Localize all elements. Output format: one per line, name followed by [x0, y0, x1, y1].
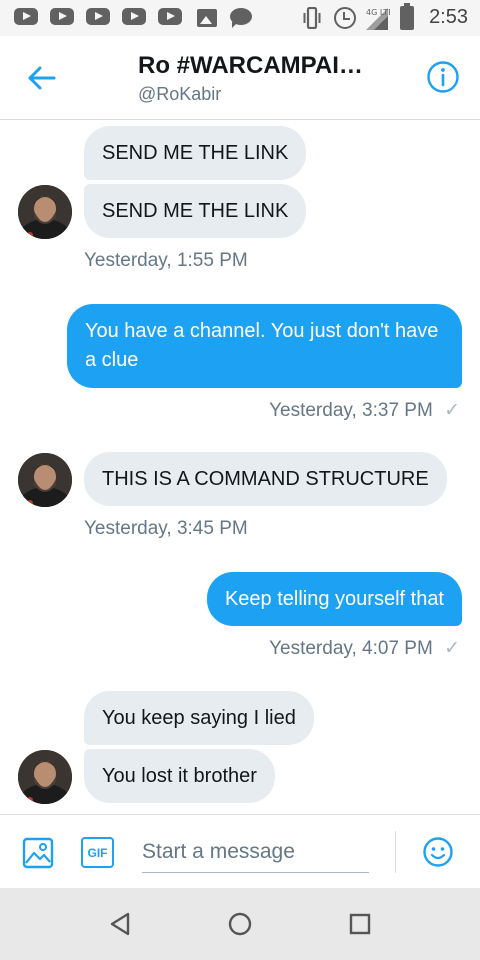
- signal-icon: 4G LTE: [366, 8, 390, 30]
- sent-check-icon: ✓: [444, 638, 460, 659]
- composer-divider: [395, 831, 396, 873]
- gallery-icon: [197, 9, 217, 27]
- back-triangle-icon[interactable]: [104, 908, 136, 940]
- message-bubble-outgoing[interactable]: Keep telling yourself that: [206, 572, 462, 626]
- conversation-header: Ro #WARCAMPAI… @RoKabir: [0, 36, 480, 120]
- message-timestamp: Yesterday, 3:37 PM: [269, 400, 433, 421]
- youtube-icon: [122, 8, 146, 25]
- message-bubble-incoming[interactable]: You keep saying I lied: [84, 691, 314, 745]
- gif-icon[interactable]: GIF: [81, 837, 114, 868]
- message-bubble-incoming[interactable]: SEND ME THE LINK: [84, 184, 307, 238]
- youtube-icon: [86, 8, 110, 25]
- recents-square-icon[interactable]: [344, 908, 376, 940]
- vibrate-icon: [303, 7, 321, 29]
- message-timestamp: Yesterday, 4:07 PM: [269, 638, 433, 659]
- message-timestamp-row: Yesterday, 4:07 PM ✓: [269, 637, 460, 660]
- svg-text:4G LTE: 4G LTE: [366, 8, 390, 17]
- emoji-icon[interactable]: [422, 836, 454, 868]
- clock: 2:53: [429, 6, 468, 28]
- user-handle[interactable]: @RoKabir: [138, 84, 221, 105]
- info-icon[interactable]: [426, 60, 460, 94]
- message-list[interactable]: SEND ME THE LINK SEND ME THE LINK Yester…: [0, 121, 480, 814]
- message-timestamp-row: Yesterday, 3:37 PM ✓: [269, 399, 460, 422]
- avatar[interactable]: [18, 185, 72, 239]
- message-bubble-incoming[interactable]: THIS IS A COMMAND STRUCTURE: [84, 452, 447, 506]
- youtube-icon: [158, 8, 182, 25]
- conversation-title[interactable]: Ro #WARCAMPAI…: [138, 52, 378, 80]
- message-timestamp: Yesterday, 1:55 PM: [84, 250, 248, 271]
- message-bubble-incoming[interactable]: You lost it brother: [84, 749, 275, 803]
- avatar[interactable]: [18, 453, 72, 507]
- sent-check-icon: ✓: [444, 400, 460, 421]
- message-bubble-incoming[interactable]: SEND ME THE LINK: [84, 126, 307, 180]
- alarm-icon: [334, 7, 356, 29]
- message-input[interactable]: [142, 831, 369, 873]
- message-composer: GIF: [0, 814, 480, 888]
- battery-icon: [400, 3, 414, 30]
- avatar[interactable]: [18, 750, 72, 804]
- message-bubble-outgoing[interactable]: You have a channel. You just don't have …: [67, 304, 462, 388]
- youtube-icon: [50, 8, 74, 25]
- image-icon[interactable]: [22, 837, 54, 869]
- system-nav-bar: [0, 888, 480, 960]
- status-bar: 4G LTE 2:53: [0, 0, 480, 36]
- chat-icon: [230, 8, 252, 28]
- message-timestamp: Yesterday, 3:45 PM: [84, 518, 248, 539]
- youtube-icon: [14, 8, 38, 25]
- home-circle-icon[interactable]: [224, 908, 256, 940]
- back-arrow-icon[interactable]: [24, 60, 60, 96]
